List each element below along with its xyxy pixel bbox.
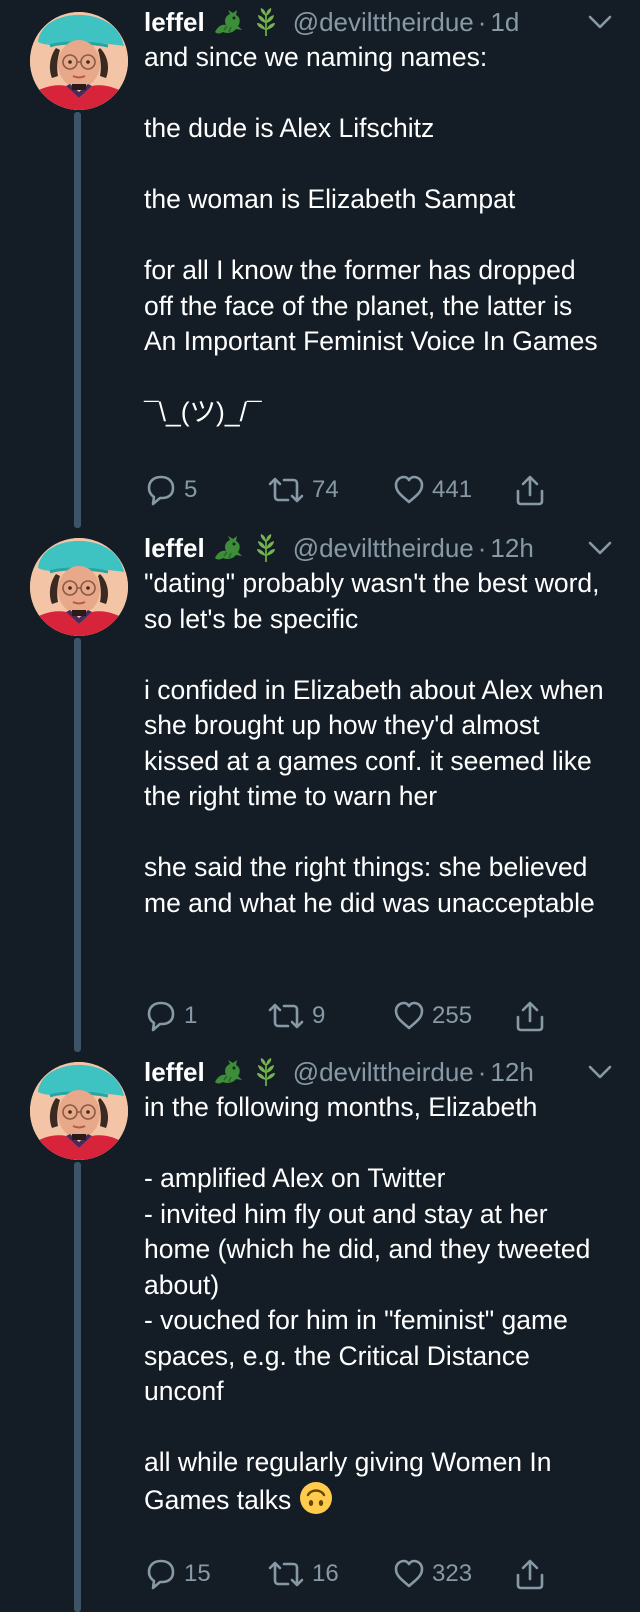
tweet-text-content: in the following months, Elizabeth - amp… bbox=[144, 1092, 591, 1515]
reply-button[interactable]: 15 bbox=[144, 1554, 211, 1594]
display-name[interactable]: leffel bbox=[144, 1057, 205, 1088]
reply-count: 15 bbox=[184, 1560, 211, 1587]
retweet-icon bbox=[268, 1003, 304, 1029]
tweet-text: "dating" probably wasn't the best word, … bbox=[144, 568, 604, 918]
heart-icon bbox=[394, 1559, 424, 1588]
retweet-count: 9 bbox=[312, 1002, 326, 1029]
retweet-button[interactable]: 74 bbox=[266, 470, 339, 510]
retweet-count: 16 bbox=[312, 1560, 339, 1587]
user-handle[interactable]: @devilttheirdue bbox=[293, 1057, 474, 1088]
share-icon bbox=[516, 475, 544, 506]
retweet-count: 74 bbox=[312, 476, 339, 503]
like-button[interactable]: 255 bbox=[392, 996, 472, 1036]
reply-icon bbox=[147, 475, 175, 506]
dragon-icon bbox=[213, 9, 243, 35]
separator-dot: · bbox=[477, 6, 487, 37]
separator-dot: · bbox=[477, 1056, 487, 1087]
retweet-button[interactable]: 9 bbox=[266, 996, 325, 1036]
heart-icon bbox=[394, 475, 424, 504]
avatar[interactable] bbox=[30, 1062, 128, 1160]
tweet-text: in the following months, Elizabeth - amp… bbox=[144, 1090, 604, 1518]
tweet-actions: 15 16 323 bbox=[144, 1554, 584, 1594]
chevron-down-icon[interactable] bbox=[586, 536, 614, 560]
share-button[interactable] bbox=[514, 1554, 552, 1594]
chevron-down-icon[interactable] bbox=[586, 10, 614, 34]
tweet-header: leffel @devilttheirdue · 1d bbox=[144, 2, 614, 42]
share-button[interactable] bbox=[514, 470, 552, 510]
user-handle[interactable]: @devilttheirdue bbox=[293, 7, 474, 38]
display-name[interactable]: leffel bbox=[144, 7, 205, 38]
heart-icon bbox=[394, 1001, 424, 1030]
herb-icon bbox=[255, 1057, 276, 1087]
retweet-button[interactable]: 16 bbox=[266, 1554, 339, 1594]
tweet-header: leffel @devilttheirdue · 12h bbox=[144, 1052, 614, 1092]
tweet-actions: 5 74 441 bbox=[144, 470, 584, 510]
timestamp[interactable]: 12h bbox=[490, 1057, 533, 1088]
like-button[interactable]: 441 bbox=[392, 470, 472, 510]
like-button[interactable]: 323 bbox=[392, 1554, 472, 1594]
tweet-text: and since we naming names: the dude is A… bbox=[144, 42, 598, 427]
dragon-icon bbox=[213, 1059, 243, 1085]
avatar[interactable] bbox=[30, 12, 128, 110]
upside-down-face-icon bbox=[298, 1480, 333, 1515]
like-count: 323 bbox=[432, 1560, 473, 1587]
share-button[interactable] bbox=[514, 996, 552, 1036]
dragon-icon bbox=[213, 535, 243, 561]
reply-count: 1 bbox=[184, 1002, 198, 1029]
avatar[interactable] bbox=[30, 538, 128, 636]
like-count: 255 bbox=[432, 1002, 473, 1029]
reply-count: 5 bbox=[184, 476, 198, 503]
timestamp[interactable]: 12h bbox=[490, 533, 533, 564]
reply-icon bbox=[147, 1001, 175, 1032]
herb-icon bbox=[255, 533, 276, 563]
tweet[interactable]: leffel @devilttheirdue · 12h in the foll… bbox=[0, 1052, 640, 1612]
tweet[interactable]: leffel @devilttheirdue · 1d and since we… bbox=[0, 0, 640, 525]
user-handle[interactable]: @devilttheirdue bbox=[293, 533, 474, 564]
reply-button[interactable]: 1 bbox=[144, 996, 197, 1036]
tweet-header: leffel @devilttheirdue · 12h bbox=[144, 528, 614, 568]
separator-dot: · bbox=[477, 532, 487, 563]
chevron-down-icon[interactable] bbox=[586, 1060, 614, 1084]
timestamp[interactable]: 1d bbox=[490, 7, 519, 38]
retweet-icon bbox=[268, 1561, 304, 1587]
like-count: 441 bbox=[432, 476, 473, 503]
tweet[interactable]: leffel @devilttheirdue · 12h "dating" pr… bbox=[0, 528, 640, 1048]
retweet-icon bbox=[268, 477, 304, 503]
tweet-actions: 1 9 255 bbox=[144, 996, 584, 1036]
reply-button[interactable]: 5 bbox=[144, 470, 197, 510]
share-icon bbox=[516, 1001, 544, 1032]
herb-icon bbox=[255, 7, 276, 37]
share-icon bbox=[516, 1559, 544, 1590]
reply-icon bbox=[147, 1559, 175, 1590]
display-name[interactable]: leffel bbox=[144, 533, 205, 564]
